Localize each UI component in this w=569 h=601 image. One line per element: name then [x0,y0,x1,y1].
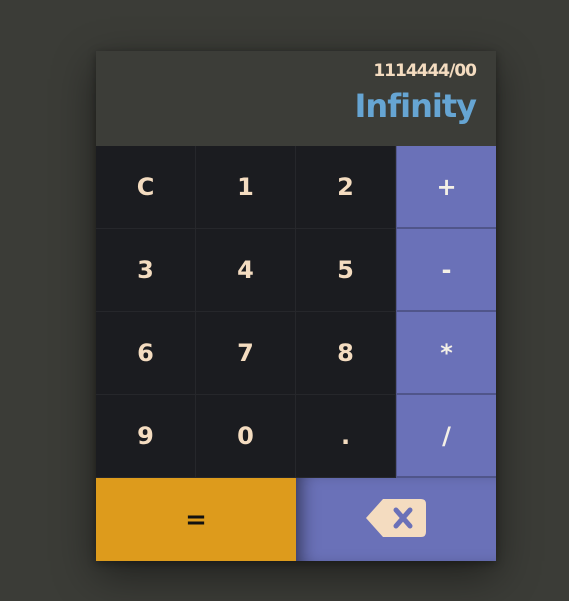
subtract-button[interactable]: - [396,229,496,312]
decimal-point-button[interactable]: . [296,395,396,478]
backspace-icon [365,498,427,542]
display-panel: 1114444/00 Infinity [96,51,496,146]
digit-2-button[interactable]: 2 [296,146,396,229]
multiply-button[interactable]: * [396,312,496,395]
clear-button[interactable]: C [96,146,196,229]
digit-3-button[interactable]: 3 [96,229,196,312]
add-button[interactable]: + [396,146,496,229]
divide-button[interactable]: / [396,395,496,478]
backspace-button[interactable] [296,478,496,561]
digit-6-button[interactable]: 6 [96,312,196,395]
digit-5-button[interactable]: 5 [296,229,396,312]
keypad: C 1 2 +3 4 5- 6 7 8 * 9 0. / [96,146,496,478]
digit-1-button[interactable]: 1 [196,146,296,229]
digit-4-button[interactable]: 4 [196,229,296,312]
equals-button[interactable]: = [96,478,296,561]
bottom-row: = [96,478,496,561]
digit-0-button[interactable]: 0 [196,395,296,478]
digit-7-button[interactable]: 7 [196,312,296,395]
digit-9-button[interactable]: 9 [96,395,196,478]
expression-display: 1114444/00 [373,61,477,81]
result-display: Infinity [354,87,477,125]
calculator: 1114444/00 Infinity C 1 2 +3 4 5- 6 7 8 * 9 0. / = [96,51,496,561]
digit-8-button[interactable]: 8 [296,312,396,395]
